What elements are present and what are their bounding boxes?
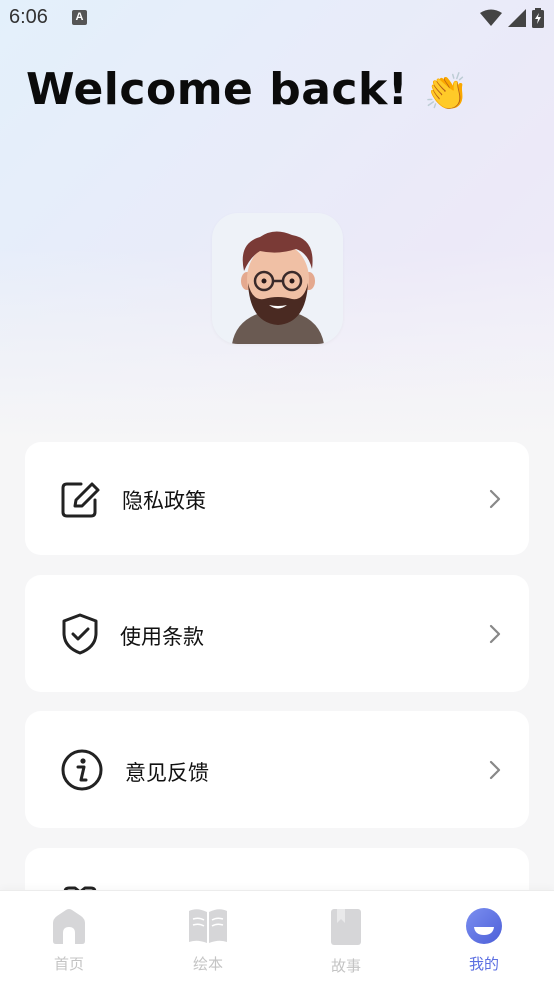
tab-story-label: 故事 — [330, 957, 361, 975]
welcome-title: Welcome back! 👏 — [26, 64, 469, 115]
tab-picture-book-label: 绘本 — [192, 955, 223, 973]
edit-icon — [61, 482, 100, 518]
signal-icon — [508, 9, 526, 27]
menu-item-terms-of-use[interactable]: 使用条款 — [25, 575, 529, 692]
tab-home-label: 首页 — [53, 955, 84, 973]
home-icon — [53, 909, 85, 944]
clapping-hands-icon: 👏 — [424, 72, 470, 113]
menu-item-label: 使用条款 — [120, 625, 204, 649]
profile-icon — [466, 908, 502, 944]
chevron-right-icon — [489, 760, 501, 780]
tab-mine-label: 我的 — [468, 955, 499, 973]
memoji-avatar-icon — [232, 231, 324, 344]
story-book-icon — [331, 909, 361, 945]
tab-home[interactable]: 首页 — [29, 907, 109, 974]
book-icon — [189, 909, 227, 943]
status-bar: 6:06 A — [0, 0, 554, 36]
tab-story[interactable]: 故事 — [306, 907, 386, 976]
wifi-icon — [480, 9, 502, 26]
tab-picture-book[interactable]: 绘本 — [168, 907, 248, 974]
chevron-right-icon — [489, 624, 501, 644]
welcome-text: Welcome back! — [26, 64, 409, 115]
menu-item-feedback[interactable]: 意见反馈 — [25, 711, 529, 828]
battery-icon — [532, 8, 544, 28]
menu-item-privacy-policy[interactable]: 隐私政策 — [25, 442, 529, 555]
status-icons — [480, 8, 544, 28]
notification-icon: A — [72, 10, 87, 25]
info-icon — [61, 749, 103, 791]
menu-item-label: 意见反馈 — [125, 761, 209, 785]
avatar[interactable] — [212, 213, 343, 344]
status-time: 6:06 — [9, 6, 48, 28]
shield-check-icon — [62, 613, 98, 655]
chevron-right-icon — [489, 489, 501, 509]
tab-mine[interactable]: 我的 — [444, 907, 524, 974]
bottom-nav: 首页 绘本 故事 我的 — [0, 890, 554, 987]
menu-item-label: 隐私政策 — [122, 489, 206, 513]
